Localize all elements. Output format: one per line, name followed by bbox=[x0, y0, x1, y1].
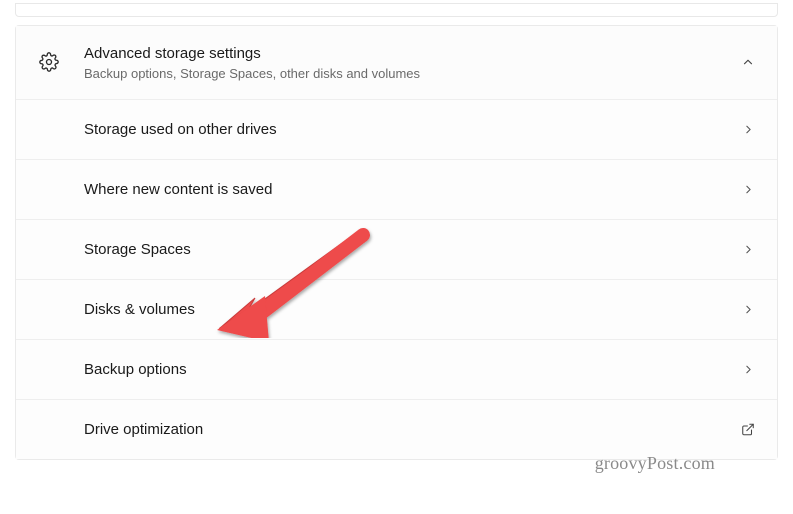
chevron-right-icon bbox=[741, 362, 755, 376]
item-where-new-content[interactable]: Where new content is saved bbox=[16, 159, 777, 219]
item-label: Backup options bbox=[84, 361, 741, 378]
item-label: Storage Spaces bbox=[84, 241, 741, 258]
advanced-storage-panel: Advanced storage settings Backup options… bbox=[15, 25, 778, 460]
item-label: Drive optimization bbox=[84, 421, 741, 438]
chevron-right-icon bbox=[741, 122, 755, 136]
header-title: Advanced storage settings bbox=[84, 44, 741, 64]
top-truncated-panel bbox=[15, 3, 778, 17]
header-subtitle: Backup options, Storage Spaces, other di… bbox=[84, 66, 741, 81]
item-storage-other-drives[interactable]: Storage used on other drives bbox=[16, 99, 777, 159]
item-label: Where new content is saved bbox=[84, 181, 741, 198]
item-storage-spaces[interactable]: Storage Spaces bbox=[16, 219, 777, 279]
item-disks-volumes[interactable]: Disks & volumes bbox=[16, 279, 777, 339]
chevron-right-icon bbox=[741, 302, 755, 316]
item-backup-options[interactable]: Backup options bbox=[16, 339, 777, 399]
items-list: Storage used on other drives Where new c… bbox=[16, 99, 777, 459]
chevron-right-icon bbox=[741, 242, 755, 256]
external-link-icon bbox=[741, 422, 755, 436]
advanced-storage-header[interactable]: Advanced storage settings Backup options… bbox=[16, 26, 777, 99]
chevron-right-icon bbox=[741, 182, 755, 196]
item-label: Disks & volumes bbox=[84, 301, 741, 318]
item-drive-optimization[interactable]: Drive optimization bbox=[16, 399, 777, 459]
header-text: Advanced storage settings Backup options… bbox=[84, 44, 741, 81]
chevron-up-icon bbox=[741, 55, 755, 69]
gear-icon bbox=[38, 51, 60, 73]
item-label: Storage used on other drives bbox=[84, 121, 741, 138]
